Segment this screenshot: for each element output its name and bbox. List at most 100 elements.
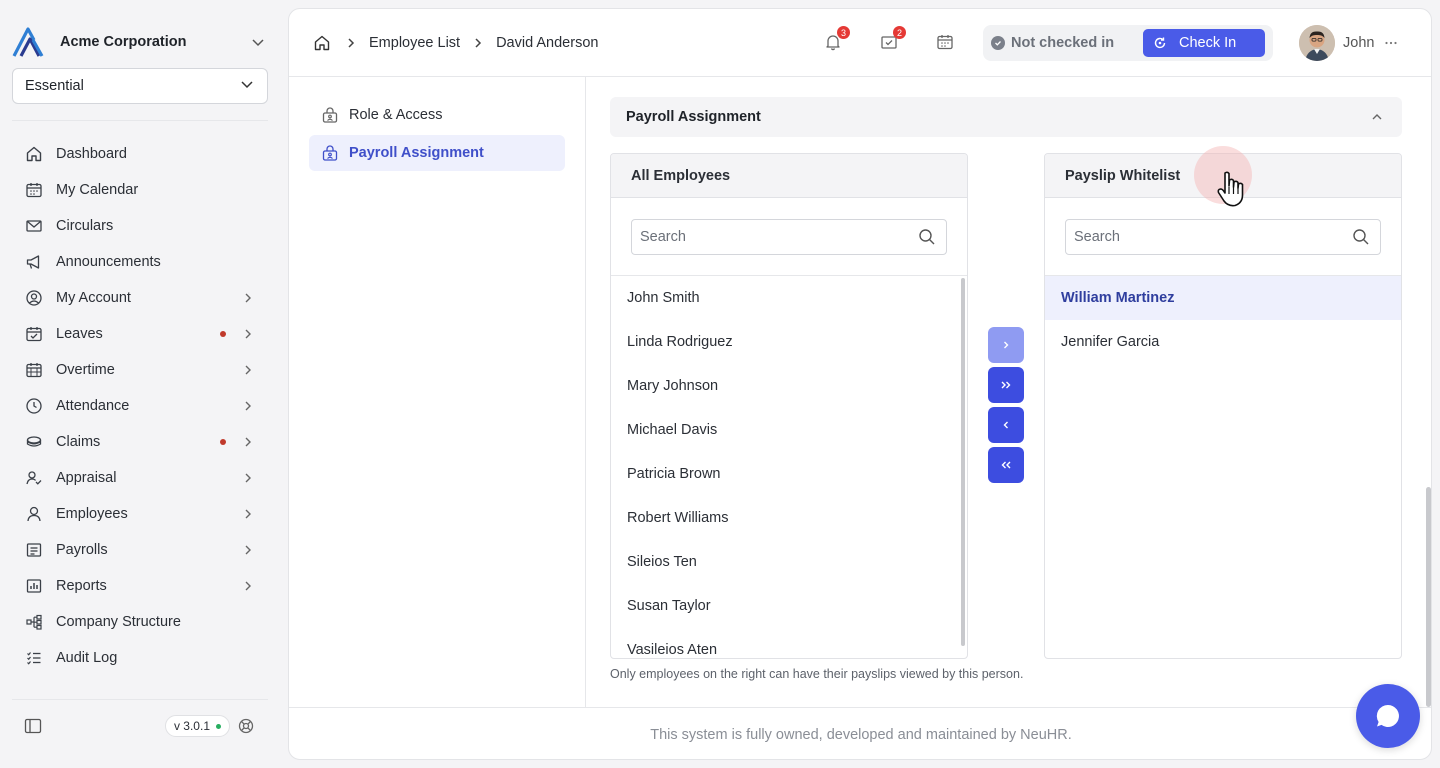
move-all-right-button[interactable] xyxy=(988,367,1024,403)
page-footer: This system is fully owned, developed an… xyxy=(289,707,1431,759)
avatar xyxy=(1299,25,1335,61)
calendar-icon[interactable] xyxy=(934,31,956,53)
plan-select-value: Essential xyxy=(25,78,84,94)
all-employees-search[interactable] xyxy=(631,219,947,255)
list-item[interactable]: John Smith xyxy=(611,276,967,320)
megaphone-icon xyxy=(24,252,44,272)
sidebar-item-circulars[interactable]: Circulars xyxy=(12,208,268,244)
sidebar-item-overtime[interactable]: Overtime xyxy=(12,352,268,388)
sidebar-item-label: My Calendar xyxy=(56,182,139,198)
breadcrumb-current: David Anderson xyxy=(496,35,599,51)
sidebar-item-label: Appraisal xyxy=(56,470,117,486)
search-input[interactable] xyxy=(1074,229,1352,245)
coins-icon xyxy=(24,432,44,452)
chevron-right-icon xyxy=(343,35,359,51)
lock-user-icon xyxy=(321,106,339,124)
chevron-left-icon xyxy=(1003,421,1008,429)
sidebar-item-appraisal[interactable]: Appraisal xyxy=(12,460,268,496)
chevron-right-icon xyxy=(1004,341,1009,349)
subnav-role-access[interactable]: Role & Access xyxy=(309,97,565,133)
list-item[interactable]: Jennifer Garcia xyxy=(1045,320,1401,364)
sidebar-toggle-icon[interactable] xyxy=(24,716,44,736)
sidebar-footer: v 3.0.1 xyxy=(12,708,268,744)
list-item[interactable]: William Martinez xyxy=(1045,276,1401,320)
sidebar-item-employees[interactable]: Employees xyxy=(12,496,268,532)
tasks-badge: 2 xyxy=(893,26,906,39)
search-icon xyxy=(1352,227,1372,247)
check-in-label: Check In xyxy=(1179,35,1237,51)
chat-button[interactable] xyxy=(1356,684,1420,748)
sidebar-item-my-calendar[interactable]: My Calendar xyxy=(12,172,268,208)
list-item[interactable]: Mary Johnson xyxy=(611,364,967,408)
move-left-button[interactable] xyxy=(988,407,1024,443)
sidebar-item-company-structure[interactable]: Company Structure xyxy=(12,604,268,640)
check-in-button[interactable]: Check In xyxy=(1143,29,1265,57)
notification-dot xyxy=(220,331,226,337)
sidebar-item-reports[interactable]: Reports xyxy=(12,568,268,604)
plan-select[interactable]: Essential xyxy=(12,68,268,104)
list-item[interactable]: Susan Taylor xyxy=(611,584,967,628)
sidebar-item-label: Announcements xyxy=(56,254,161,270)
sidebar-nav: Dashboard My Calendar Circulars Announcemen… xyxy=(12,136,268,676)
bell-icon[interactable]: 3 xyxy=(822,26,850,53)
page-scrollbar[interactable] xyxy=(1426,487,1431,707)
sidebar-item-announcements[interactable]: Announcements xyxy=(12,244,268,280)
breadcrumb-employee-list[interactable]: Employee List xyxy=(369,35,460,51)
sidebar-item-my-account[interactable]: My Account xyxy=(12,280,268,316)
sidebar-item-audit-log[interactable]: Audit Log xyxy=(12,640,268,676)
report-icon xyxy=(24,576,44,596)
sidebar-item-dashboard[interactable]: Dashboard xyxy=(12,136,268,172)
user-check-icon xyxy=(24,468,44,488)
org-name: Acme Corporation xyxy=(60,34,187,50)
tasks-icon[interactable]: 2 xyxy=(878,26,906,53)
list-item[interactable]: Vasileios Aten xyxy=(611,628,967,658)
notification-badge: 3 xyxy=(837,26,850,39)
user-menu[interactable]: John xyxy=(1299,25,1400,61)
chevron-right-icon xyxy=(240,326,256,342)
sidebar-item-label: Payrolls xyxy=(56,542,108,558)
whitelist-search[interactable] xyxy=(1065,219,1381,255)
list-item[interactable]: Sileios Ten xyxy=(611,540,967,584)
chevron-right-icon xyxy=(240,362,256,378)
company-logo-icon xyxy=(12,26,48,58)
top-bar: Employee List David Anderson 3 2 Not che… xyxy=(289,9,1431,77)
chevron-down-icon xyxy=(239,76,255,96)
payslip-whitelist-list: Payslip Whitelist William MartinezJennif… xyxy=(1044,153,1402,659)
list-item[interactable]: Michael Davis xyxy=(611,408,967,452)
checklist-icon xyxy=(24,648,44,668)
sidebar-item-label: Claims xyxy=(56,434,101,450)
chevron-right-icon xyxy=(240,470,256,486)
calendar-icon xyxy=(24,180,44,200)
double-chevron-left-icon xyxy=(1001,461,1011,469)
list-item[interactable]: Patricia Brown xyxy=(611,452,967,496)
sidebar: Acme Corporation Essential Dashboard My C… xyxy=(0,0,280,768)
sidebar-item-claims[interactable]: Claims xyxy=(12,424,268,460)
more-horizontal-icon[interactable] xyxy=(1384,35,1400,51)
chevron-right-icon xyxy=(470,35,486,51)
sidebar-item-label: Leaves xyxy=(56,326,103,342)
search-input[interactable] xyxy=(640,229,918,245)
list-item[interactable]: Linda Rodriguez xyxy=(611,320,967,364)
subnav-payroll-assignment[interactable]: Payroll Assignment xyxy=(309,135,565,171)
user-name: John xyxy=(1343,35,1375,51)
sidebar-item-attendance[interactable]: Attendance xyxy=(12,388,268,424)
notification-dot xyxy=(220,439,226,445)
sidebar-item-label: Employees xyxy=(56,506,128,522)
chat-bubble-icon xyxy=(1376,704,1399,727)
move-all-left-button[interactable] xyxy=(988,447,1024,483)
move-right-button[interactable] xyxy=(988,327,1024,363)
version-badge: v 3.0.1 xyxy=(164,715,230,737)
double-chevron-right-icon xyxy=(1001,381,1011,389)
list-title: All Employees xyxy=(611,154,967,198)
org-switcher[interactable]: Acme Corporation xyxy=(12,26,268,58)
home-icon[interactable] xyxy=(313,33,333,53)
sidebar-item-label: Company Structure xyxy=(56,614,181,630)
all-employees-items: John Smith Linda Rodriguez Mary Johnson Mic… xyxy=(611,275,967,658)
user-icon xyxy=(24,504,44,524)
list-item[interactable]: Robert Williams xyxy=(611,496,967,540)
support-icon[interactable] xyxy=(238,717,256,735)
list-scrollbar[interactable] xyxy=(961,278,965,646)
payroll-assignment-header[interactable]: Payroll Assignment xyxy=(610,97,1402,137)
sidebar-item-payrolls[interactable]: Payrolls xyxy=(12,532,268,568)
sidebar-item-leaves[interactable]: Leaves xyxy=(12,316,268,352)
